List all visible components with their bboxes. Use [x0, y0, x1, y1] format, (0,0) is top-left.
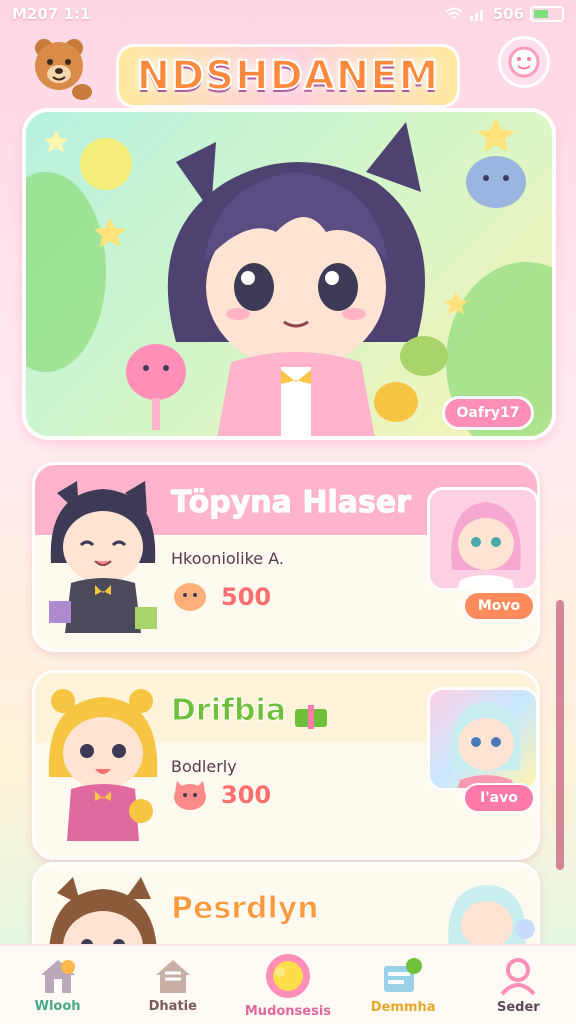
user-icon [500, 957, 536, 995]
card-subtitle: Bodlerly [171, 757, 237, 776]
home-icon [40, 959, 75, 993]
nav-item-user[interactable]: Seder [463, 947, 573, 1023]
hero-character-illustration [44, 118, 526, 436]
bear-mascot-icon[interactable] [22, 30, 96, 104]
list-scrollbar[interactable] [556, 600, 564, 870]
book-icon [384, 957, 423, 992]
item-list: Töpyna Hlaser Hkooniolike A. 500 Movo Dr… [22, 448, 556, 948]
bottom-nav: Wlooh Dhatie Mudonsesis Demmha Seder [0, 944, 576, 1024]
card-price: 500 [221, 583, 272, 611]
hero-action-button[interactable]: Oafry17 [442, 396, 534, 430]
card-price: 300 [221, 781, 272, 809]
smile-face-icon [508, 46, 540, 78]
list-item[interactable]: Pesrdlyn [32, 862, 540, 948]
card-action-button[interactable]: I'avo [463, 783, 535, 813]
header: NDSHDANEM [0, 28, 576, 108]
list-item[interactable]: Drifbia Bodlerly 300 I'avo [32, 670, 540, 860]
battery-icon [530, 6, 564, 22]
avatar [49, 481, 157, 633]
clock: M207 1:1 [12, 5, 91, 23]
card-thumbnail [448, 885, 535, 948]
list-item[interactable]: Töpyna Hlaser Hkooniolike A. 500 Movo [32, 462, 540, 652]
nav-label-user: Seder [496, 999, 540, 1015]
card-title: Töpyna Hlaser [171, 485, 412, 521]
flower-icon [265, 953, 310, 998]
card-title: Drifbia [170, 693, 287, 729]
nav-item-flower[interactable]: Mudonsesis [233, 947, 343, 1023]
avatar [48, 689, 158, 841]
nav-label-flower: Mudonsesis [244, 1003, 332, 1019]
card-subtitle: Hkooniolike A. [171, 549, 284, 568]
signal-icon [469, 10, 483, 21]
battery-text: 506 [492, 5, 524, 23]
card-action-button[interactable]: Movo [463, 591, 535, 621]
nav-item-house[interactable]: Dhatie [118, 947, 228, 1023]
hero-banner[interactable]: Oafry17 [22, 108, 556, 440]
avatar [49, 877, 157, 948]
house-icon [155, 959, 190, 993]
wifi-icon [445, 7, 463, 19]
cat-coin-icon [174, 781, 206, 810]
status-bar: M207 1:1 506 [0, 0, 576, 28]
nav-label-house: Dhatie [148, 998, 197, 1014]
card-thumbnail [427, 687, 539, 791]
nav-item-book[interactable]: Demmha [348, 947, 458, 1023]
nav-item-home[interactable]: Wlooh [3, 947, 113, 1023]
app-logo: NDSHDANEM [116, 44, 460, 108]
profile-button[interactable] [498, 36, 550, 88]
card-title: Pesrdlyn [171, 891, 320, 927]
nav-label-home: Wlooh [34, 998, 81, 1014]
coin-creature-icon [174, 583, 206, 611]
gift-icon [295, 705, 327, 729]
nav-label-book: Demmha [370, 999, 436, 1015]
status-icons: 506 [445, 5, 564, 23]
card-thumbnail [427, 487, 539, 591]
